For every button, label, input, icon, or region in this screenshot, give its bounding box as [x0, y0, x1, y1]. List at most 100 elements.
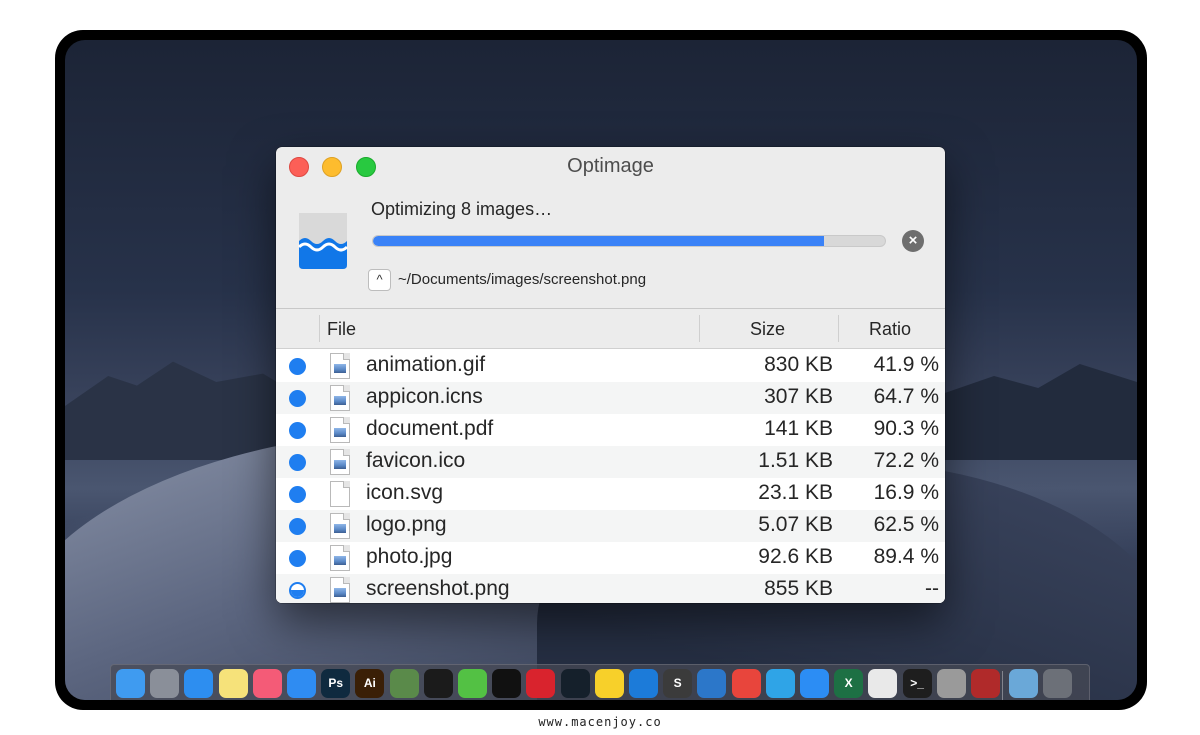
compression-ratio: -- [925, 577, 939, 600]
disclosure-toggle-button[interactable]: ^ [368, 269, 391, 291]
compression-ratio: 89.4 % [873, 545, 939, 568]
trash-icon[interactable] [1043, 669, 1073, 698]
file-name: logo.png [366, 513, 447, 536]
enjoy-icon[interactable] [492, 669, 522, 698]
optimization-progress-bar [372, 235, 886, 247]
optimage-dock-icon[interactable] [936, 669, 966, 698]
in-progress-status-icon [289, 582, 306, 599]
table-row[interactable]: logo.png 5.07 KB 62.5 % [276, 510, 945, 542]
file-name: favicon.ico [366, 449, 466, 472]
image-file-icon [330, 385, 350, 411]
table-row[interactable]: photo.jpg 92.6 KB 89.4 % [276, 542, 945, 574]
migration-icon[interactable] [765, 669, 795, 698]
ftp-client-icon[interactable] [697, 669, 727, 698]
file-size: 307 KB [764, 385, 833, 408]
progress-status-text: Optimizing 8 images… [371, 199, 553, 219]
optimage-window: Optimage Optimizing 8 images… × ^ ~/Docu… [276, 147, 945, 603]
file-size: 23.1 KB [758, 481, 833, 504]
completed-status-icon [289, 454, 306, 471]
blank-file-icon [330, 481, 350, 507]
column-header-size[interactable]: Size [750, 319, 785, 340]
file-name: screenshot.png [366, 577, 510, 600]
completed-status-icon [289, 422, 306, 439]
table-row[interactable]: favicon.ico 1.51 KB 72.2 % [276, 446, 945, 478]
table-row[interactable]: animation.gif 830 KB 41.9 % [276, 350, 945, 382]
safari-icon[interactable] [184, 669, 214, 698]
netease-music-icon[interactable] [526, 669, 556, 698]
app-store-icon[interactable] [287, 669, 316, 698]
image-file-icon [330, 577, 350, 603]
chevron-up-icon: ^ [376, 272, 383, 287]
terminal-icon[interactable]: >_ [902, 669, 932, 698]
file-table: File Size Ratio animation.gif 830 KB 41.9 … [276, 308, 945, 603]
file-size: 92.6 KB [758, 545, 833, 568]
compression-ratio: 62.5 % [873, 513, 939, 536]
illustrator-icon[interactable]: Ai [355, 669, 385, 698]
music-icon[interactable] [252, 669, 282, 698]
qq-icon[interactable] [423, 669, 453, 698]
table-row[interactable]: appicon.icns 307 KB 64.7 % [276, 382, 945, 414]
image-file-icon [330, 353, 350, 379]
qq-music-icon[interactable] [594, 669, 624, 698]
desktop: Optimage Optimizing 8 images… × ^ ~/Docu… [65, 40, 1137, 700]
image-file-icon [330, 513, 350, 539]
image-file-icon [330, 417, 350, 443]
teamviewer-icon[interactable] [629, 669, 658, 698]
watermark-url: www.macenjoy.co [538, 715, 662, 729]
dock-separator [1002, 671, 1004, 700]
file-name: appicon.icns [366, 385, 483, 408]
column-separator [838, 315, 839, 342]
file-size: 830 KB [764, 353, 833, 376]
dock: Ps Ai S X >_ [110, 664, 1090, 700]
file-size: 5.07 KB [758, 513, 833, 536]
completed-status-icon [289, 358, 306, 375]
column-separator [319, 315, 320, 342]
compression-ratio: 72.2 % [873, 449, 939, 472]
compression-ratio: 64.7 % [873, 385, 939, 408]
file-name: icon.svg [366, 481, 444, 504]
compression-ratio: 90.3 % [873, 417, 939, 440]
file-name: document.pdf [366, 417, 494, 440]
wechat-icon[interactable] [458, 669, 487, 698]
table-row[interactable]: icon.svg 23.1 KB 16.9 % [276, 478, 945, 510]
file-size: 141 KB [764, 417, 833, 440]
archive-icon[interactable] [389, 669, 419, 698]
stop-optimization-button[interactable]: × [902, 230, 924, 252]
compression-ratio: 16.9 % [873, 481, 939, 504]
table-row[interactable]: document.pdf 141 KB 90.3 % [276, 414, 945, 446]
excel-icon[interactable]: X [834, 669, 864, 698]
file-name: animation.gif [366, 353, 486, 376]
text-editor-icon[interactable] [868, 669, 898, 698]
table-rows: animation.gif 830 KB 41.9 % appicon.icns 307… [276, 350, 945, 603]
notes-icon[interactable] [218, 669, 248, 698]
table-header: File Size Ratio [276, 309, 945, 349]
photoshop-icon[interactable]: Ps [321, 669, 351, 698]
image-file-icon [330, 545, 350, 571]
finder-icon[interactable] [116, 669, 145, 698]
title-bar[interactable]: Optimage [276, 147, 945, 185]
current-file-path: ~/Documents/images/screenshot.png [398, 271, 647, 288]
file-size: 855 KB [764, 577, 833, 600]
column-header-ratio[interactable]: Ratio [869, 319, 911, 340]
file-name: photo.jpg [366, 545, 453, 568]
media-player-icon[interactable] [560, 669, 590, 698]
progress-bar-fill [373, 236, 824, 246]
launchpad-icon[interactable] [150, 669, 180, 698]
optimage-app-icon [297, 213, 349, 269]
completed-status-icon [289, 518, 306, 535]
file-size: 1.51 KB [758, 449, 833, 472]
column-header-file[interactable]: File [327, 319, 356, 340]
chrome-icon[interactable] [731, 669, 761, 698]
cloud-icon[interactable] [800, 669, 829, 698]
downloads-folder-icon[interactable] [1009, 669, 1039, 698]
column-separator [699, 315, 700, 342]
device-frame: Optimage Optimizing 8 images… × ^ ~/Docu… [55, 30, 1147, 710]
compression-ratio: 41.9 % [873, 353, 939, 376]
photo-booth-icon[interactable] [971, 669, 1000, 698]
window-title: Optimage [567, 155, 654, 177]
sublime-text-icon[interactable]: S [663, 669, 693, 698]
image-file-icon [330, 449, 350, 475]
completed-status-icon [289, 390, 306, 407]
completed-status-icon [289, 550, 306, 567]
table-row[interactable]: screenshot.png 855 KB -- [276, 574, 945, 603]
